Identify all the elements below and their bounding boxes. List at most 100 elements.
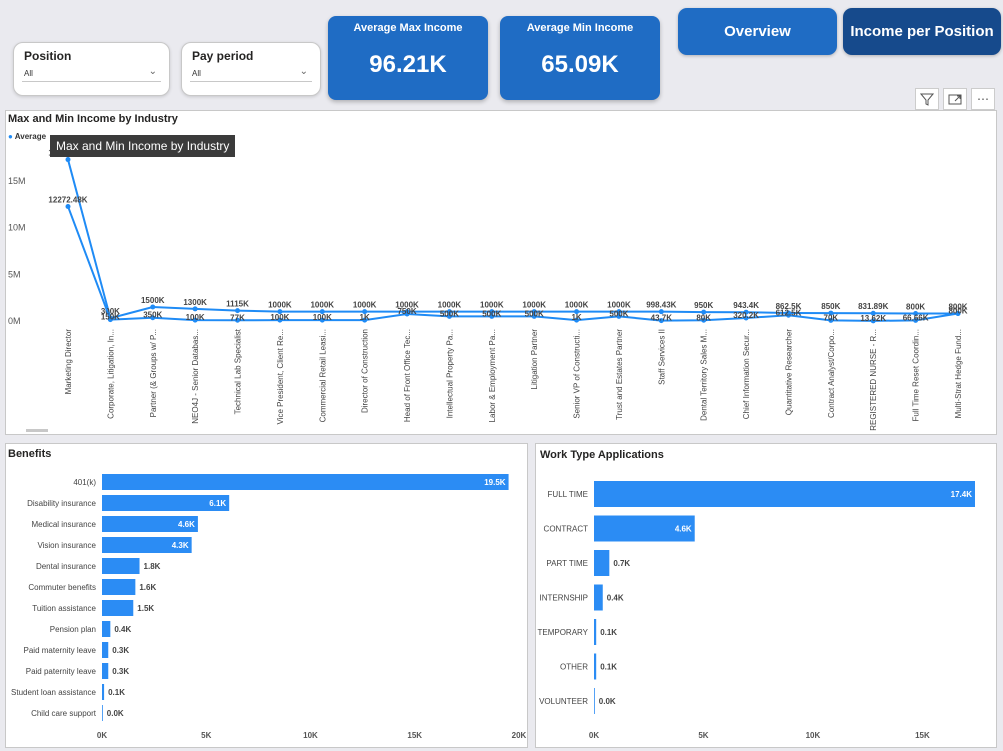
data-label: 12272.48K [48, 195, 87, 204]
x-tick-label: 15K [915, 731, 930, 740]
value-label: 0.1K [108, 688, 125, 697]
data-label: 831.89K [858, 302, 888, 311]
value-label: 0.4K [114, 625, 131, 634]
data-label: 66.66K [903, 313, 929, 322]
pay-period-slicer[interactable]: Pay period All ⌄ [181, 42, 321, 96]
bar [594, 688, 595, 714]
data-label: 1500K [141, 296, 165, 305]
x-tick-label: Marketing Director [64, 329, 73, 395]
x-tick-label: REGISTERED NURSE - R... [869, 329, 878, 431]
bar [102, 558, 140, 574]
category-label: Paid paternity leave [26, 667, 97, 676]
overview-button[interactable]: Overview [678, 8, 837, 55]
category-label: TEMPORARY [537, 628, 588, 637]
income-per-position-button[interactable]: Income per Position [843, 8, 1001, 55]
value-label: 1.6K [139, 583, 156, 592]
chevron-down-icon: ⌄ [148, 66, 157, 77]
data-label: 500K [609, 309, 628, 318]
data-label: 1000K [353, 301, 377, 310]
data-label: 350K [143, 311, 162, 320]
card-label: Average Max Income [353, 22, 463, 34]
bar [594, 653, 597, 680]
data-label: 100K [186, 313, 205, 322]
card-value: 65.09K [541, 51, 619, 78]
data-label: 500K [525, 309, 544, 318]
bar [594, 584, 603, 611]
value-label: 0.7K [613, 559, 630, 568]
data-label: 612.5K [776, 308, 802, 317]
value-label: 0.1K [600, 628, 617, 637]
value-label: 6.1K [209, 499, 226, 508]
value-label: 0.4K [607, 594, 624, 603]
pay-period-slicer-title: Pay period [192, 49, 254, 63]
focus-mode-icon[interactable] [943, 88, 967, 110]
data-label: 150K [101, 313, 120, 322]
position-dropdown[interactable]: All ⌄ [22, 66, 161, 82]
data-label: 320.2K [733, 311, 759, 320]
bar [102, 600, 134, 616]
y-tick-label: 10M [8, 223, 26, 233]
value-label: 0.0K [599, 697, 616, 706]
pay-period-value: All [192, 69, 201, 78]
position-value: All [24, 69, 33, 78]
pay-period-dropdown[interactable]: All ⌄ [190, 66, 312, 82]
card-label: Average Min Income [526, 22, 634, 34]
value-label: 19.5K [484, 478, 506, 487]
chevron-down-icon: ⌄ [299, 66, 308, 77]
x-tick-label: Trust and Estates Partner [615, 329, 624, 420]
more-options-icon[interactable]: ⋯ [971, 88, 995, 110]
x-tick-label: Partner (& Groups w/ P... [149, 329, 158, 417]
line-chart-plot: 15M10M5M0M17297.14K300K1500K1300K1115K10… [8, 149, 968, 431]
data-point [192, 306, 198, 312]
benefits-chart[interactable]: Benefits 401(k) 19.5K Disability insurance… [5, 443, 528, 748]
data-label: 1000K [480, 301, 504, 310]
category-label: Commuter benefits [28, 583, 96, 592]
value-label: 4.3K [172, 541, 189, 550]
position-slicer[interactable]: Position All ⌄ [13, 42, 170, 96]
card-value: 96.21K [369, 51, 447, 78]
category-label: FULL TIME [548, 490, 588, 499]
category-label: OTHER [560, 663, 588, 672]
x-tick-label: Quantitative Researcher [784, 329, 793, 416]
y-tick-label: 0M [8, 316, 21, 326]
category-label: Student loan assistance [11, 688, 96, 697]
avg-max-income-card: Average Max Income 96.21K [328, 16, 488, 100]
data-label: 43.7K [651, 314, 673, 323]
value-label: 0.0K [107, 709, 124, 718]
value-label: 4.6K [675, 525, 692, 534]
category-label: VOLUNTEER [539, 697, 588, 706]
x-tick-label: Labor & Employment Pa... [488, 329, 497, 422]
x-tick-label: Intellectual Property Pa... [445, 329, 454, 418]
value-label: 17.4K [951, 490, 973, 499]
data-label: 500K [440, 309, 459, 318]
data-label: 1000K [438, 301, 462, 310]
work-type-chart[interactable]: Work Type Applications FULL TIME 17.4K CON… [535, 443, 997, 748]
data-label: 1K [360, 313, 370, 322]
filter-icon[interactable] [915, 88, 939, 110]
data-point [150, 304, 156, 310]
bar [102, 474, 509, 490]
data-label: 70K [824, 313, 839, 322]
horizontal-scrollbar[interactable] [26, 429, 48, 432]
x-tick-label: 10K [806, 731, 821, 740]
x-tick-label: Multi-Strat Hedge Fund... [954, 329, 963, 418]
data-label: 850K [821, 302, 840, 311]
value-label: 1.8K [144, 562, 161, 571]
data-label: 1K [571, 313, 581, 322]
category-label: Tuition assistance [32, 604, 96, 613]
data-label: 100K [270, 313, 289, 322]
x-tick-label: 20K [512, 731, 527, 740]
x-tick-label: Corporate, Litigation, In... [106, 329, 115, 419]
income-by-industry-chart[interactable]: Max and Min Income by Industry ● Average… [5, 110, 997, 435]
category-label: Paid maternity leave [24, 646, 97, 655]
data-label: 750K [397, 307, 416, 316]
category-label: PART TIME [546, 559, 588, 568]
data-point [65, 157, 71, 163]
x-tick-label: Director of Construction [361, 329, 370, 413]
x-tick-label: Commercial Retail Leasi... [318, 329, 327, 422]
data-label: 77K [230, 313, 245, 322]
bar [102, 663, 109, 679]
x-tick-label: 0K [97, 731, 107, 740]
data-label: 800K [906, 303, 925, 312]
position-slicer-title: Position [24, 49, 72, 63]
